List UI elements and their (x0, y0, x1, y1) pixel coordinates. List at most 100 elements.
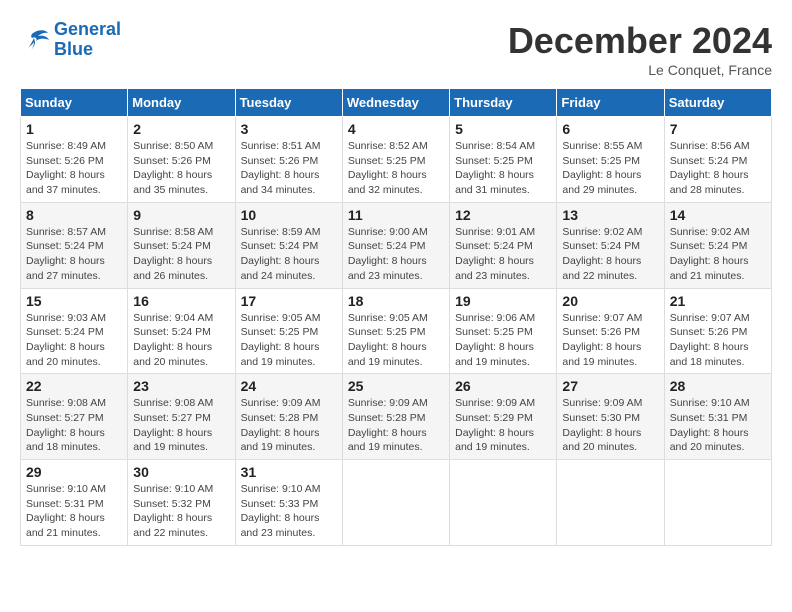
day-number-7: 7 (670, 121, 766, 137)
day-cell-21: 21 Sunrise: 9:07 AM Sunset: 5:26 PM Dayl… (664, 288, 771, 374)
header-monday: Monday (128, 89, 235, 117)
empty-cell (557, 460, 664, 546)
day-number-24: 24 (241, 378, 337, 394)
header-sunday: Sunday (21, 89, 128, 117)
day-number-20: 20 (562, 293, 658, 309)
day-number-8: 8 (26, 207, 122, 223)
day-info-6: Sunrise: 8:55 AM Sunset: 5:25 PM Dayligh… (562, 139, 658, 198)
day-cell-25: 25 Sunrise: 9:09 AM Sunset: 5:28 PM Dayl… (342, 374, 449, 460)
logo-text: General Blue (54, 20, 121, 60)
day-info-31: Sunrise: 9:10 AM Sunset: 5:33 PM Dayligh… (241, 482, 337, 541)
day-cell-18: 18 Sunrise: 9:05 AM Sunset: 5:25 PM Dayl… (342, 288, 449, 374)
day-cell-13: 13 Sunrise: 9:02 AM Sunset: 5:24 PM Dayl… (557, 202, 664, 288)
calendar-week-5: 29 Sunrise: 9:10 AM Sunset: 5:31 PM Dayl… (21, 460, 772, 546)
day-cell-31: 31 Sunrise: 9:10 AM Sunset: 5:33 PM Dayl… (235, 460, 342, 546)
day-info-30: Sunrise: 9:10 AM Sunset: 5:32 PM Dayligh… (133, 482, 229, 541)
day-info-27: Sunrise: 9:09 AM Sunset: 5:30 PM Dayligh… (562, 396, 658, 455)
calendar-table: Sunday Monday Tuesday Wednesday Thursday… (20, 88, 772, 546)
day-cell-12: 12 Sunrise: 9:01 AM Sunset: 5:24 PM Dayl… (450, 202, 557, 288)
day-cell-24: 24 Sunrise: 9:09 AM Sunset: 5:28 PM Dayl… (235, 374, 342, 460)
day-info-3: Sunrise: 8:51 AM Sunset: 5:26 PM Dayligh… (241, 139, 337, 198)
day-number-4: 4 (348, 121, 444, 137)
location: Le Conquet, France (508, 62, 772, 78)
day-cell-14: 14 Sunrise: 9:02 AM Sunset: 5:24 PM Dayl… (664, 202, 771, 288)
header-friday: Friday (557, 89, 664, 117)
day-number-10: 10 (241, 207, 337, 223)
day-number-12: 12 (455, 207, 551, 223)
day-number-21: 21 (670, 293, 766, 309)
header-wednesday: Wednesday (342, 89, 449, 117)
day-cell-30: 30 Sunrise: 9:10 AM Sunset: 5:32 PM Dayl… (128, 460, 235, 546)
day-number-29: 29 (26, 464, 122, 480)
day-number-5: 5 (455, 121, 551, 137)
logo: General Blue (20, 20, 121, 60)
day-number-25: 25 (348, 378, 444, 394)
day-cell-26: 26 Sunrise: 9:09 AM Sunset: 5:29 PM Dayl… (450, 374, 557, 460)
day-cell-20: 20 Sunrise: 9:07 AM Sunset: 5:26 PM Dayl… (557, 288, 664, 374)
day-cell-27: 27 Sunrise: 9:09 AM Sunset: 5:30 PM Dayl… (557, 374, 664, 460)
day-info-1: Sunrise: 8:49 AM Sunset: 5:26 PM Dayligh… (26, 139, 122, 198)
day-cell-23: 23 Sunrise: 9:08 AM Sunset: 5:27 PM Dayl… (128, 374, 235, 460)
day-cell-5: 5 Sunrise: 8:54 AM Sunset: 5:25 PM Dayli… (450, 117, 557, 203)
day-number-27: 27 (562, 378, 658, 394)
day-info-11: Sunrise: 9:00 AM Sunset: 5:24 PM Dayligh… (348, 225, 444, 284)
day-number-11: 11 (348, 207, 444, 223)
day-cell-17: 17 Sunrise: 9:05 AM Sunset: 5:25 PM Dayl… (235, 288, 342, 374)
day-cell-4: 4 Sunrise: 8:52 AM Sunset: 5:25 PM Dayli… (342, 117, 449, 203)
day-info-21: Sunrise: 9:07 AM Sunset: 5:26 PM Dayligh… (670, 311, 766, 370)
day-info-7: Sunrise: 8:56 AM Sunset: 5:24 PM Dayligh… (670, 139, 766, 198)
header-tuesday: Tuesday (235, 89, 342, 117)
day-number-18: 18 (348, 293, 444, 309)
day-info-29: Sunrise: 9:10 AM Sunset: 5:31 PM Dayligh… (26, 482, 122, 541)
day-info-23: Sunrise: 9:08 AM Sunset: 5:27 PM Dayligh… (133, 396, 229, 455)
day-cell-2: 2 Sunrise: 8:50 AM Sunset: 5:26 PM Dayli… (128, 117, 235, 203)
day-number-30: 30 (133, 464, 229, 480)
day-number-6: 6 (562, 121, 658, 137)
day-info-4: Sunrise: 8:52 AM Sunset: 5:25 PM Dayligh… (348, 139, 444, 198)
calendar-week-2: 8 Sunrise: 8:57 AM Sunset: 5:24 PM Dayli… (21, 202, 772, 288)
day-number-19: 19 (455, 293, 551, 309)
day-number-14: 14 (670, 207, 766, 223)
day-number-26: 26 (455, 378, 551, 394)
day-number-31: 31 (241, 464, 337, 480)
calendar-week-1: 1 Sunrise: 8:49 AM Sunset: 5:26 PM Dayli… (21, 117, 772, 203)
day-info-5: Sunrise: 8:54 AM Sunset: 5:25 PM Dayligh… (455, 139, 551, 198)
day-info-14: Sunrise: 9:02 AM Sunset: 5:24 PM Dayligh… (670, 225, 766, 284)
day-cell-15: 15 Sunrise: 9:03 AM Sunset: 5:24 PM Dayl… (21, 288, 128, 374)
day-number-3: 3 (241, 121, 337, 137)
day-info-26: Sunrise: 9:09 AM Sunset: 5:29 PM Dayligh… (455, 396, 551, 455)
day-info-8: Sunrise: 8:57 AM Sunset: 5:24 PM Dayligh… (26, 225, 122, 284)
day-cell-7: 7 Sunrise: 8:56 AM Sunset: 5:24 PM Dayli… (664, 117, 771, 203)
day-number-15: 15 (26, 293, 122, 309)
day-info-22: Sunrise: 9:08 AM Sunset: 5:27 PM Dayligh… (26, 396, 122, 455)
calendar-header-row: Sunday Monday Tuesday Wednesday Thursday… (21, 89, 772, 117)
day-info-15: Sunrise: 9:03 AM Sunset: 5:24 PM Dayligh… (26, 311, 122, 370)
day-number-22: 22 (26, 378, 122, 394)
day-cell-16: 16 Sunrise: 9:04 AM Sunset: 5:24 PM Dayl… (128, 288, 235, 374)
day-number-16: 16 (133, 293, 229, 309)
calendar-week-3: 15 Sunrise: 9:03 AM Sunset: 5:24 PM Dayl… (21, 288, 772, 374)
day-info-28: Sunrise: 9:10 AM Sunset: 5:31 PM Dayligh… (670, 396, 766, 455)
day-number-13: 13 (562, 207, 658, 223)
empty-cell (450, 460, 557, 546)
header-saturday: Saturday (664, 89, 771, 117)
header-thursday: Thursday (450, 89, 557, 117)
day-info-24: Sunrise: 9:09 AM Sunset: 5:28 PM Dayligh… (241, 396, 337, 455)
day-cell-1: 1 Sunrise: 8:49 AM Sunset: 5:26 PM Dayli… (21, 117, 128, 203)
month-title: December 2024 (508, 20, 772, 62)
empty-cell (342, 460, 449, 546)
day-info-20: Sunrise: 9:07 AM Sunset: 5:26 PM Dayligh… (562, 311, 658, 370)
day-cell-3: 3 Sunrise: 8:51 AM Sunset: 5:26 PM Dayli… (235, 117, 342, 203)
day-number-9: 9 (133, 207, 229, 223)
day-cell-28: 28 Sunrise: 9:10 AM Sunset: 5:31 PM Dayl… (664, 374, 771, 460)
calendar-week-4: 22 Sunrise: 9:08 AM Sunset: 5:27 PM Dayl… (21, 374, 772, 460)
empty-cell (664, 460, 771, 546)
day-info-10: Sunrise: 8:59 AM Sunset: 5:24 PM Dayligh… (241, 225, 337, 284)
day-info-19: Sunrise: 9:06 AM Sunset: 5:25 PM Dayligh… (455, 311, 551, 370)
day-info-17: Sunrise: 9:05 AM Sunset: 5:25 PM Dayligh… (241, 311, 337, 370)
day-cell-11: 11 Sunrise: 9:00 AM Sunset: 5:24 PM Dayl… (342, 202, 449, 288)
day-cell-22: 22 Sunrise: 9:08 AM Sunset: 5:27 PM Dayl… (21, 374, 128, 460)
day-number-28: 28 (670, 378, 766, 394)
day-info-2: Sunrise: 8:50 AM Sunset: 5:26 PM Dayligh… (133, 139, 229, 198)
day-info-25: Sunrise: 9:09 AM Sunset: 5:28 PM Dayligh… (348, 396, 444, 455)
